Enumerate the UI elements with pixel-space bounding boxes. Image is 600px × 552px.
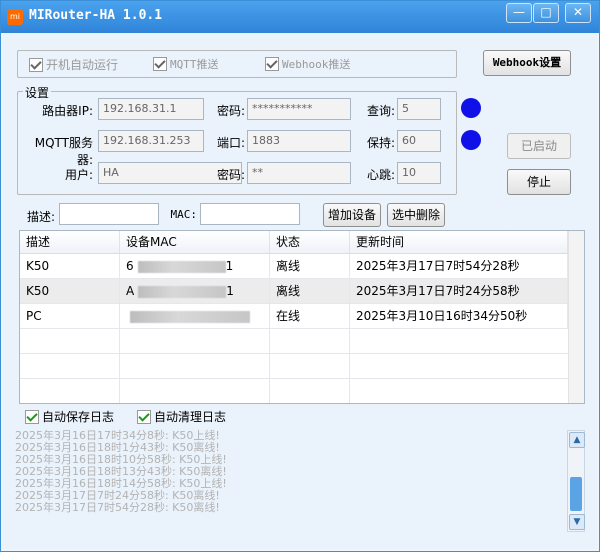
device-table[interactable]: 描述 设备MAC 状态 更新时间 K50 61 离线 2025年3月17日7时5… [19,230,585,404]
header-status[interactable]: 状态 [270,231,350,253]
header-description[interactable]: 描述 [20,231,120,253]
row-mac: A1 [120,279,270,303]
row-mac [120,304,270,328]
table-row[interactable]: K50 61 离线 2025年3月17日7时54分28秒 [20,254,568,279]
redacted-mac-mask [138,285,227,298]
row-description: PC [20,304,120,328]
header-mac[interactable]: 设备MAC [120,231,270,253]
settings-legend: 设置 [23,84,52,101]
router-password-label: 密码: [216,104,245,118]
table-row[interactable]: K50 A1 离线 2025年3月17日7时24分58秒 [20,279,568,304]
close-button[interactable]: ✕ [565,3,591,23]
autostart-label: 开机自动运行 [46,58,119,72]
router-status-indicator [461,98,481,118]
row-status: 离线 [270,279,350,303]
mqtt-password-field[interactable]: ** [247,162,351,184]
redacted-mac-mask [130,310,250,323]
app-logo-icon: mi [7,9,23,25]
log-scroll-thumb[interactable] [570,477,582,511]
log-textarea[interactable]: 2025年3月16日17时34分8秒: K50上线! 2025年3月16日18时… [15,430,571,530]
auto-clean-check-icon [137,409,151,424]
client-area: 开机自动运行 MQTT推送 Webhook推送 Webhook设置 设置 路由器… [3,33,597,549]
mac-label: MAC: [170,208,198,221]
autostart-checkbox[interactable]: 开机自动运行 [29,56,118,73]
heartbeat-label: 心跳: [366,168,395,182]
mqtt-server-label: MQTT服务器: [34,136,93,167]
scroll-down-icon[interactable]: ▼ [569,514,585,530]
auto-save-check-icon [25,409,39,424]
maximize-button[interactable]: □ [533,3,559,23]
stop-button[interactable]: 停止 [507,169,571,195]
mac-prefix: 6 [126,259,134,273]
mac-suffix: 1 [226,284,234,298]
started-button[interactable]: 已启动 [507,133,571,159]
mqtt-push-checkbox[interactable]: MQTT推送 [153,56,219,72]
log-scrollbar[interactable]: ▲ ▼ [567,430,585,532]
port-label: 端口: [216,136,245,150]
webhook-settings-button[interactable]: Webhook设置 [483,50,571,76]
router-password-field[interactable]: *********** [247,98,351,120]
mac-suffix: 1 [225,259,234,273]
row-status: 离线 [270,254,350,278]
webhook-push-check-icon [265,57,279,71]
port-field[interactable]: 1883 [247,130,351,152]
row-status: 在线 [270,304,350,328]
router-ip-field[interactable]: 192.168.31.1 [98,98,204,120]
mac-prefix: A [126,284,135,298]
router-ip-label: 路由器IP: [42,104,93,118]
table-header: 描述 设备MAC 状态 更新时间 [20,231,568,254]
keepalive-field[interactable]: 60 [397,130,441,152]
mqtt-push-check-icon [153,57,167,71]
row-update-time: 2025年3月17日7时54分28秒 [350,254,568,278]
table-row-empty [20,354,568,379]
app-window: mi MIRouter-HA 1.0.1 — □ ✕ 开机自动运行 MQTT推送… [0,0,600,552]
keepalive-label: 保持: [366,136,395,150]
mac-input[interactable] [200,203,300,225]
description-label: 描述: [26,210,55,224]
scroll-up-icon[interactable]: ▲ [569,432,585,448]
row-update-time: 2025年3月10日16时34分50秒 [350,304,568,328]
user-label: 用户: [64,168,93,182]
table-scrollbar[interactable] [568,231,584,403]
table-row-empty [20,379,568,403]
auto-save-log-label: 自动保存日志 [42,410,115,424]
query-field[interactable]: 5 [397,98,441,120]
delete-selected-button[interactable]: 选中删除 [387,203,445,227]
heartbeat-field[interactable]: 10 [397,162,441,184]
row-description: K50 [20,254,120,278]
table-row-empty [20,329,568,354]
row-update-time: 2025年3月17日7时24分58秒 [350,279,568,303]
row-mac: 61 [120,254,270,278]
mqtt-password-label: 密码: [216,168,245,182]
mqtt-server-field[interactable]: 192.168.31.253 [98,130,204,152]
autostart-check-icon [29,57,43,72]
window-title: MIRouter-HA 1.0.1 [29,8,163,23]
webhook-push-checkbox[interactable]: Webhook推送 [265,56,350,72]
mqtt-push-label: MQTT推送 [170,58,219,71]
minimize-button[interactable]: — [506,3,532,23]
header-update-time[interactable]: 更新时间 [350,231,568,253]
auto-clean-log-label: 自动清理日志 [154,410,227,424]
log-line: 2025年3月17日7时54分28秒: K50离线! [15,501,220,514]
auto-clean-log-checkbox[interactable]: 自动清理日志 [137,408,226,425]
mqtt-status-indicator [461,130,481,150]
redacted-mac-mask [137,260,226,273]
auto-save-log-checkbox[interactable]: 自动保存日志 [25,408,114,425]
description-input[interactable] [59,203,159,225]
table-row[interactable]: PC 在线 2025年3月10日16时34分50秒 [20,304,568,329]
add-device-button[interactable]: 增加设备 [323,203,381,227]
query-label: 查询: [366,104,395,118]
webhook-push-label: Webhook推送 [282,58,351,71]
row-description: K50 [20,279,120,303]
title-bar[interactable]: mi MIRouter-HA 1.0.1 — □ ✕ [1,1,599,33]
